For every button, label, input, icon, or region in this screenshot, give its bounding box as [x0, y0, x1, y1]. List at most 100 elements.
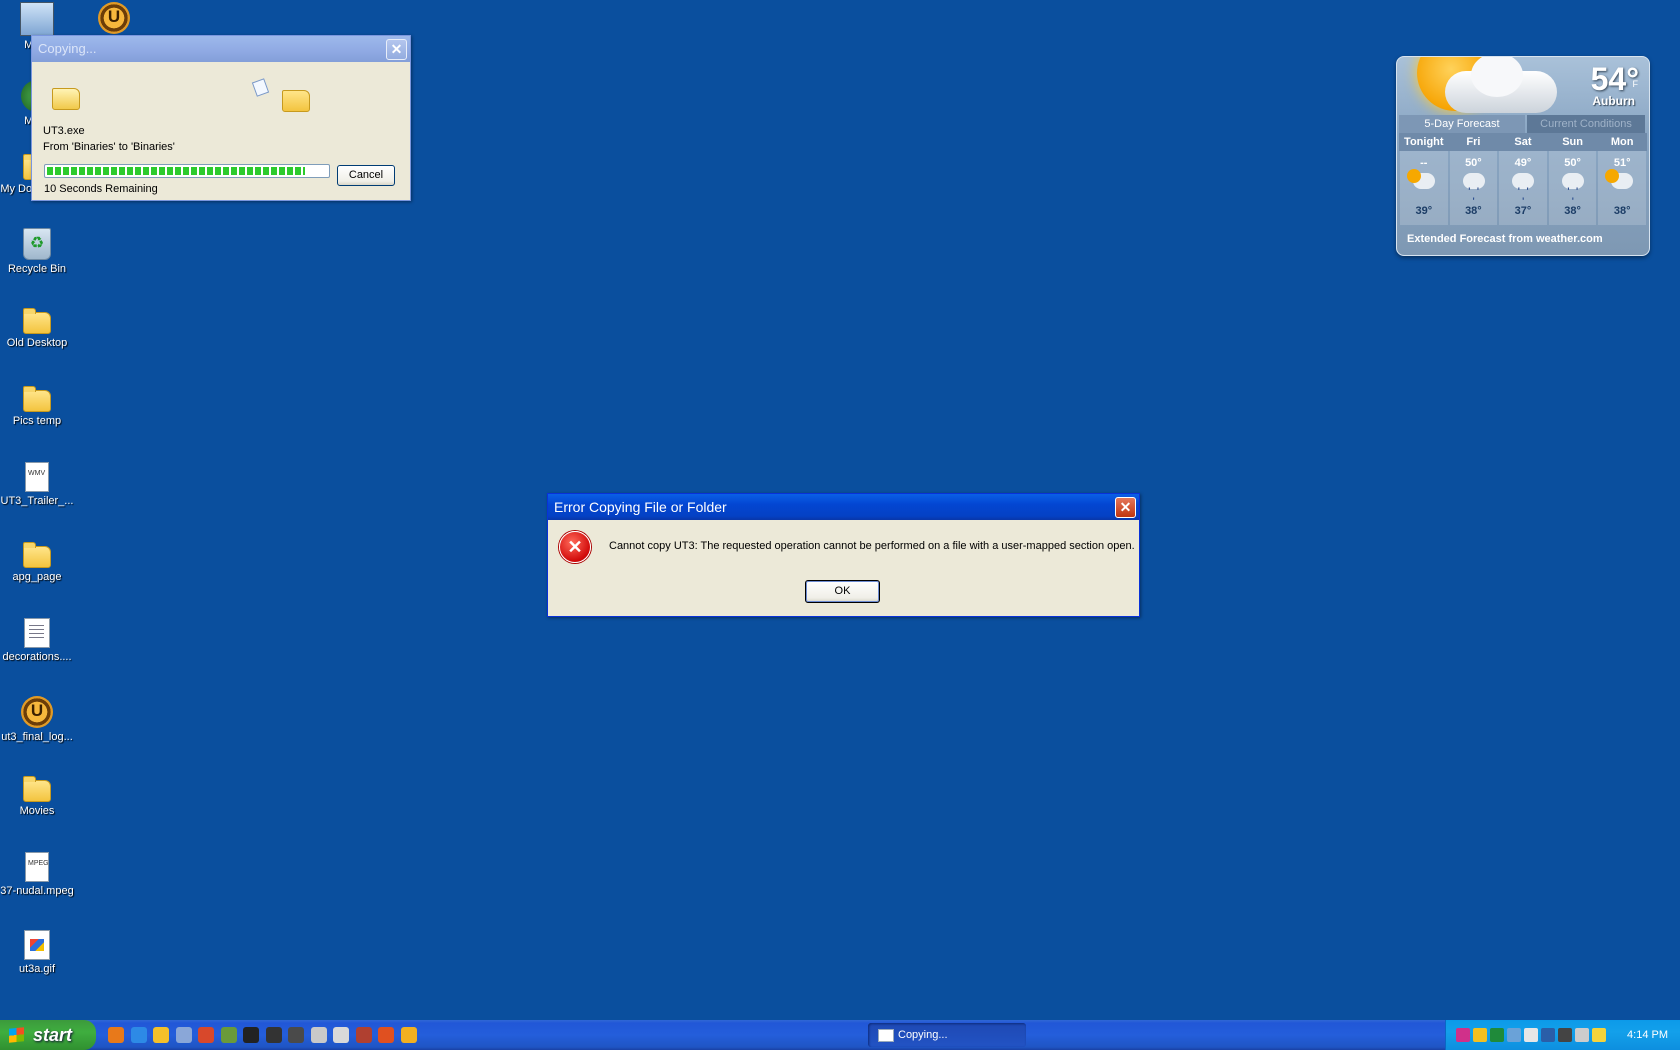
clock[interactable]: 4:14 PM — [1627, 1020, 1668, 1050]
forecast-day-name: Sun — [1547, 133, 1598, 151]
quick-launch-icon[interactable] — [175, 1027, 192, 1043]
forecast-high: 50° — [1465, 157, 1482, 169]
quick-launch-icon[interactable] — [153, 1027, 169, 1043]
quick-launch-icon[interactable] — [220, 1027, 237, 1043]
forecast-day-name: Tonight — [1399, 133, 1449, 151]
copy-progress-fill — [47, 167, 305, 175]
desktop-icon[interactable]: Recycle Bin — [0, 228, 77, 276]
quick-launch-icon[interactable] — [108, 1027, 124, 1043]
copy-time-remaining: 10 Seconds Remaining — [44, 183, 158, 195]
unreal-icon — [98, 2, 130, 34]
desktop-icon-label: 37-nudal.mpeg — [0, 885, 74, 897]
forecast-day-name: Fri — [1448, 133, 1499, 151]
taskbar-button-copying[interactable]: Copying... — [868, 1023, 1026, 1047]
forecast-high: -- — [1420, 157, 1428, 169]
windows-logo-icon — [9, 1027, 24, 1043]
quick-launch-icon[interactable] — [333, 1027, 349, 1043]
forecast-high: 50° — [1564, 157, 1581, 169]
quick-launch-icon[interactable] — [378, 1027, 394, 1043]
destination-folder-icon — [282, 90, 310, 112]
desktop-icon[interactable]: WMV UT3_Trailer_... — [0, 462, 77, 508]
tray-icon[interactable] — [1473, 1028, 1487, 1042]
start-button[interactable]: start — [0, 1020, 96, 1050]
video-file-icon: WMV — [25, 462, 49, 492]
error-dialog-titlebar[interactable]: Error Copying File or Folder ✕ — [548, 494, 1139, 520]
error-dialog-close-button[interactable]: ✕ — [1115, 497, 1136, 518]
tray-icon[interactable] — [1575, 1028, 1589, 1042]
desktop-icon[interactable]: decorations.... — [0, 618, 77, 664]
video-file-icon: MPEG — [25, 852, 49, 882]
tray-icon[interactable] — [1524, 1028, 1538, 1042]
desktop-icon[interactable]: Pics temp — [0, 384, 77, 428]
extended-forecast-link[interactable]: Extended Forecast from weather.com — [1407, 233, 1603, 245]
tray-icon[interactable] — [1558, 1028, 1572, 1042]
forecast-low: 39° — [1415, 205, 1433, 217]
desktop-icon[interactable]: ut3_final_log... — [0, 696, 77, 744]
rain-cloud-icon — [1462, 173, 1485, 206]
file-type-badge: WMV — [28, 470, 46, 477]
cloud-icon — [1445, 57, 1557, 113]
desktop-icon[interactable]: Old Desktop — [0, 306, 77, 350]
cancel-button[interactable]: Cancel — [337, 165, 395, 186]
image-file-icon — [24, 930, 50, 960]
forecast-day: Mon 51° 38° — [1597, 133, 1647, 225]
desktop-icon-label: Movies — [19, 805, 55, 817]
flying-paper-icon — [251, 78, 270, 97]
desktop-icon-label: decorations.... — [2, 651, 72, 663]
error-message: Cannot copy UT3: The requested operation… — [609, 540, 1135, 552]
tray-icon[interactable] — [1490, 1028, 1504, 1042]
quick-launch-icon[interactable] — [355, 1027, 372, 1043]
desktop-icon-label: Recycle Bin — [7, 263, 67, 275]
taskbar: start Copying... 4:14 PM — [0, 1020, 1680, 1050]
quick-launch-icon[interactable] — [265, 1027, 282, 1043]
taskbar-button-label: Copying... — [898, 1029, 948, 1041]
tab-5-day-forecast[interactable]: 5-Day Forecast — [1399, 115, 1525, 133]
forecast-day-name: Mon — [1597, 133, 1647, 151]
forecast-high: 49° — [1514, 157, 1532, 169]
weather-city: Auburn — [1592, 94, 1635, 108]
forecast-low: 37° — [1514, 205, 1532, 217]
forecast-day: Fri 50° 38° — [1448, 133, 1499, 225]
ut3-shortcut-icon[interactable] — [74, 2, 154, 37]
folder-icon — [23, 542, 51, 568]
quick-launch-icon[interactable] — [288, 1027, 304, 1043]
source-folder-icon — [52, 88, 80, 110]
copy-dialog-titlebar[interactable]: Copying... ✕ — [32, 36, 410, 62]
tray-icon[interactable] — [1507, 1028, 1521, 1042]
copy-filename: UT3.exe — [43, 125, 85, 137]
tray-icon[interactable] — [1541, 1028, 1555, 1042]
desktop-icon[interactable]: apg_page — [0, 540, 77, 584]
desktop-icon[interactable]: Movies — [0, 774, 77, 818]
weather-gadget[interactable]: 54° F Auburn 5-Day Forecast Current Cond… — [1396, 56, 1650, 256]
forecast-day: Sun 50° 38° — [1547, 133, 1598, 225]
partly-sunny-icon — [1605, 169, 1634, 189]
tab-current-conditions[interactable]: Current Conditions — [1527, 115, 1645, 133]
unreal-icon — [21, 696, 53, 728]
copy-dialog-close-button[interactable]: ✕ — [386, 39, 407, 60]
error-dialog-title: Error Copying File or Folder — [554, 499, 727, 515]
desktop-icon-label: ut3a.gif — [18, 963, 56, 975]
recycle-bin-icon — [23, 228, 51, 260]
window-icon — [878, 1029, 894, 1042]
copy-dialog-title: Copying... — [38, 41, 97, 56]
desktop-icon[interactable]: MPEG 37-nudal.mpeg — [0, 852, 77, 898]
desktop-icon-label: apg_page — [12, 571, 62, 583]
quick-launch-icon[interactable] — [310, 1027, 327, 1043]
forecast-low: 38° — [1613, 205, 1631, 217]
tray-icon[interactable] — [1592, 1028, 1606, 1042]
tray-icon[interactable] — [1456, 1028, 1470, 1042]
quick-launch-icon[interactable] — [243, 1027, 259, 1043]
ok-button[interactable]: OK — [805, 580, 880, 603]
folder-icon — [23, 776, 51, 802]
folder-icon — [23, 386, 51, 412]
quick-launch-icon[interactable] — [198, 1027, 214, 1043]
desktop-icon[interactable]: ut3a.gif — [0, 930, 77, 976]
desktop-icon-label: Pics temp — [12, 415, 62, 427]
forecast-day: Sat 49° 37° — [1498, 133, 1548, 225]
temperature-unit: F — [1632, 79, 1639, 89]
quick-launch-icon[interactable] — [400, 1027, 417, 1043]
rain-cloud-icon — [1561, 173, 1584, 206]
copy-dialog: Copying... ✕ UT3.exe From 'Binaries' to … — [31, 35, 411, 201]
quick-launch-icon[interactable] — [130, 1027, 147, 1043]
copy-from-to: From 'Binaries' to 'Binaries' — [43, 141, 175, 153]
